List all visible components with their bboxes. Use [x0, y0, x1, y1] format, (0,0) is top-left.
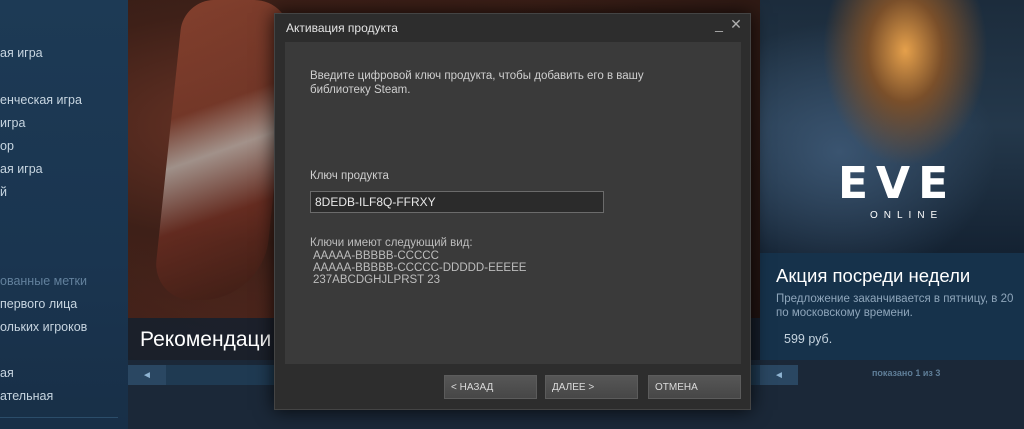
- sidebar-item-genre-6[interactable]: й: [0, 185, 7, 199]
- key-format-example: AAAAA-BBBBB-CCCCC-DDDDD-EEEEE: [313, 262, 527, 274]
- promo-info[interactable]: Акция посреди недели Предложение заканчи…: [760, 253, 1024, 360]
- promo-prev-button[interactable]: ◄: [760, 365, 798, 385]
- sidebar-item-genre-4[interactable]: ор: [0, 139, 14, 153]
- sidebar-item-tag-1[interactable]: первого лица: [0, 297, 77, 311]
- promo-price: 599 руб.: [784, 332, 833, 346]
- promo-banner[interactable]: EVE ONLINE: [760, 0, 1024, 253]
- sidebar-item-genre-2[interactable]: енческая игра: [0, 93, 82, 107]
- product-key-label: Ключ продукта: [310, 170, 389, 182]
- arrow-left-icon: ◄: [142, 369, 152, 381]
- sidebar: ая игра енческая игра игра ор ая игра й …: [0, 0, 128, 429]
- close-button[interactable]: ✕: [728, 16, 744, 34]
- hero-title: Рекомендаци: [140, 328, 272, 351]
- promo-description-line-1: Предложение заканчивается в пятницу, в 2…: [776, 293, 1014, 305]
- next-button[interactable]: ДАЛЕЕ >: [545, 375, 638, 399]
- sidebar-item-genre-5[interactable]: ая игра: [0, 162, 43, 176]
- dialog-instructions: Введите цифровой ключ продукта, чтобы до…: [310, 70, 644, 96]
- dialog-title: Активация продукта: [286, 21, 398, 35]
- dialog-titlebar[interactable]: Активация продукта _ ✕: [275, 14, 750, 40]
- carousel-prev-button[interactable]: ◄: [128, 365, 166, 385]
- sidebar-item-genre-1[interactable]: ая игра: [0, 46, 43, 60]
- key-format-example: 237ABCDGHJLPRST 23: [313, 274, 440, 286]
- arrow-left-icon: ◄: [774, 369, 784, 381]
- product-activation-dialog: Активация продукта _ ✕ Введите цифровой …: [274, 13, 751, 410]
- key-formats-title: Ключи имеют следующий вид:: [310, 237, 473, 249]
- key-format-example: AAAAA-BBBBB-CCCCC: [313, 250, 439, 262]
- sidebar-section-tags: ованные метки: [0, 274, 87, 288]
- sidebar-item-tag-2[interactable]: ольких игроков: [0, 320, 87, 334]
- promo-description: Предложение заканчивается в пятницу, в 2…: [776, 292, 1013, 320]
- dialog-body: Введите цифровой ключ продукта, чтобы до…: [285, 42, 741, 364]
- carousel-counter: показано 1 из 3: [872, 368, 941, 378]
- promo-title: Акция посреди недели: [776, 265, 971, 286]
- close-icon: ✕: [730, 16, 742, 32]
- sidebar-divider: [0, 417, 118, 418]
- eve-logo-subtitle: ONLINE: [870, 210, 944, 221]
- sidebar-item-genre-3[interactable]: игра: [0, 116, 25, 130]
- minimize-button[interactable]: _: [711, 16, 727, 34]
- promo-carousel-nav: ◄ показано 1 из 3: [760, 365, 1024, 385]
- eve-logo: EVE: [838, 158, 957, 209]
- promo-description-line-2: по московскому времени.: [776, 307, 913, 319]
- cancel-button[interactable]: ОТМЕНА: [648, 375, 741, 399]
- back-button[interactable]: < НАЗАД: [444, 375, 537, 399]
- minimize-icon: _: [715, 16, 723, 32]
- hero-artwork: [152, 0, 294, 300]
- sidebar-item-tag-4[interactable]: ательная: [0, 389, 53, 403]
- product-key-input[interactable]: [310, 191, 604, 213]
- sidebar-item-tag-3[interactable]: ая: [0, 366, 14, 380]
